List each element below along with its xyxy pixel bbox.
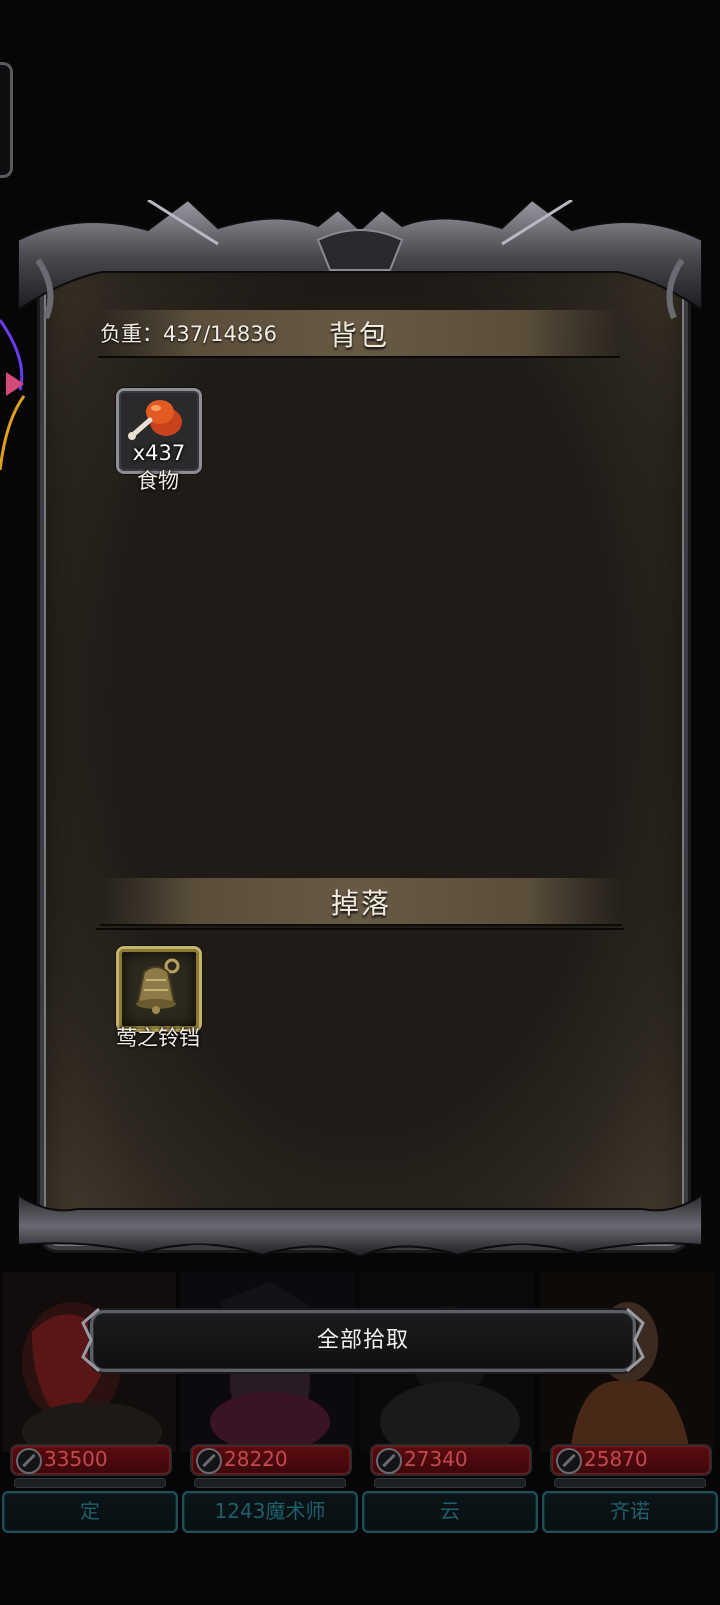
- bell-icon: [136, 958, 180, 1014]
- hero-hp-value: 25870: [584, 1447, 648, 1471]
- button-right-ornament: [626, 1307, 645, 1373]
- hero-energy-bar: [194, 1478, 346, 1488]
- drops-title: 掉落: [330, 887, 391, 920]
- drops-divider: [96, 928, 624, 930]
- hero-hp-bar: 27340: [370, 1444, 532, 1476]
- side-tab[interactable]: [0, 62, 13, 178]
- hero-hp-bar: 28220: [190, 1444, 352, 1476]
- hero-hp-bar: 25870: [550, 1444, 712, 1476]
- no-sign-icon: [16, 1448, 42, 1474]
- button-left-ornament: [81, 1307, 100, 1373]
- drops-header: 掉落: [100, 878, 622, 926]
- no-sign-icon: [196, 1448, 222, 1474]
- hero-name-plate[interactable]: 1243魔术师: [182, 1491, 358, 1533]
- hero-hp-value: 27340: [404, 1447, 468, 1471]
- pickup-all-button[interactable]: 全部拾取: [81, 1307, 645, 1373]
- no-sign-icon: [556, 1448, 582, 1474]
- hero-hp-value: 28220: [224, 1447, 288, 1471]
- item-name: 食物: [137, 469, 179, 493]
- frame-bottom-ornament: [18, 1195, 702, 1259]
- bag-divider: [98, 356, 620, 358]
- drop-item-slot[interactable]: [116, 946, 202, 1032]
- item-count: x437: [132, 441, 186, 465]
- bag-item-slot[interactable]: x437: [116, 388, 202, 474]
- hero-energy-bar: [554, 1478, 706, 1488]
- hero-name-plate[interactable]: 齐诺: [542, 1491, 718, 1533]
- hero-name-plate[interactable]: 定: [2, 1491, 178, 1533]
- hero-hp-value: 33500: [44, 1447, 108, 1471]
- frame-top-ornament: [18, 200, 702, 320]
- hero-hp-bar: 33500: [10, 1444, 172, 1476]
- no-sign-icon: [376, 1448, 402, 1474]
- hero-name-plate[interactable]: 云: [362, 1491, 538, 1533]
- hero-energy-bar: [374, 1478, 526, 1488]
- loot-panel: [18, 200, 702, 1270]
- weight-label: 负重：437/14836: [100, 322, 277, 346]
- pickup-all-label: 全部拾取: [316, 1328, 409, 1353]
- drop-item-name: 莺之铃铛: [116, 1026, 200, 1050]
- hero-energy-bar: [14, 1478, 166, 1488]
